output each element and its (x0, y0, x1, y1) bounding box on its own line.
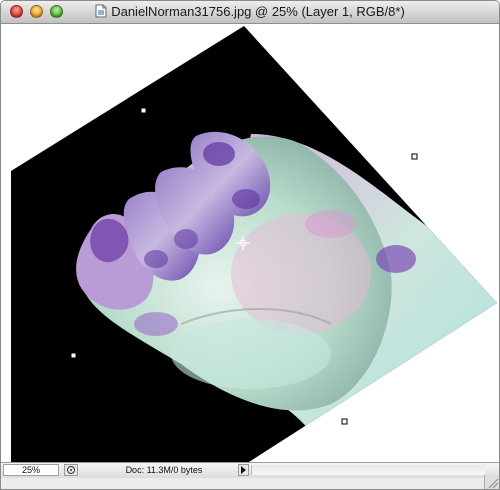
canvas-area[interactable] (1, 24, 499, 462)
right-arrow-icon[interactable] (238, 464, 249, 476)
document-size-info: Doc: 11.3M/0 bytes (125, 465, 203, 475)
transform-handle[interactable] (341, 418, 348, 425)
transform-handle[interactable] (70, 352, 77, 359)
transform-handle[interactable] (411, 153, 418, 160)
horizontal-scrollbar[interactable] (251, 465, 485, 475)
transform-handle[interactable] (140, 107, 147, 114)
resize-grip-icon[interactable] (484, 475, 499, 489)
status-menu-icon[interactable] (64, 464, 78, 476)
zoom-level-field[interactable]: 25% (3, 464, 59, 476)
status-bar: 25% Doc: 11.3M/0 bytes (1, 462, 499, 478)
document-window: DanielNorman31756.jpg @ 25% (Layer 1, RG… (0, 0, 500, 490)
document-icon (95, 4, 107, 21)
window-title: DanielNorman31756.jpg @ 25% (Layer 1, RG… (1, 4, 499, 21)
title-bar[interactable]: DanielNorman31756.jpg @ 25% (Layer 1, RG… (1, 1, 499, 24)
image-canvas[interactable] (1, 24, 499, 462)
window-title-text: DanielNorman31756.jpg @ 25% (Layer 1, RG… (111, 4, 405, 19)
